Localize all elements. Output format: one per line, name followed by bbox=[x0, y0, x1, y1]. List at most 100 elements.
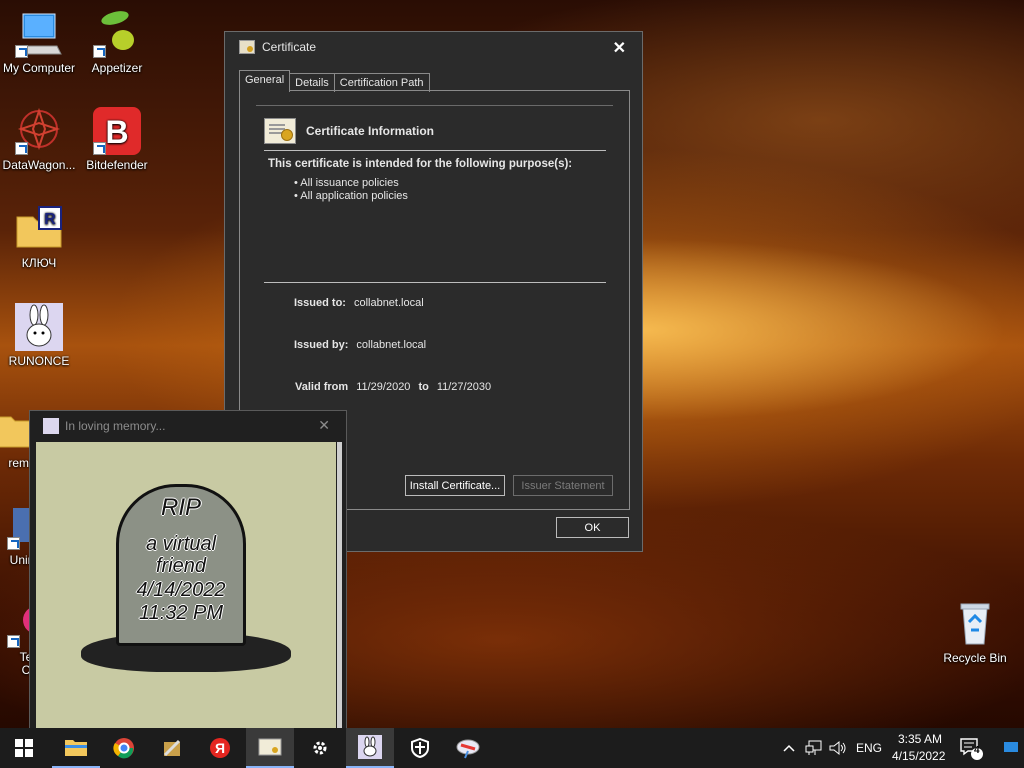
purpose-item: • All issuance policies bbox=[294, 177, 399, 189]
section-title: Certificate Information bbox=[306, 124, 435, 138]
certificate-icon bbox=[239, 40, 255, 54]
purpose-item: • All application policies bbox=[294, 190, 408, 202]
satellite-icon bbox=[456, 739, 480, 759]
certificate-info-box: Certificate Information This certificate… bbox=[256, 105, 613, 405]
tombstone-text: a virtual bbox=[145, 533, 217, 555]
scrollbar[interactable] bbox=[337, 442, 342, 730]
desktop-icon-kluch[interactable]: R КЛЮЧ bbox=[0, 205, 82, 270]
desktop-icon-label: КЛЮЧ bbox=[21, 256, 57, 270]
issued-by-value: collabnet.local bbox=[356, 339, 427, 351]
shield-icon bbox=[411, 738, 429, 758]
svg-text:R: R bbox=[44, 211, 56, 228]
tab-general[interactable]: General bbox=[239, 70, 291, 92]
ok-button[interactable]: OK bbox=[556, 517, 629, 538]
bunny-icon bbox=[15, 303, 63, 351]
divider bbox=[264, 282, 606, 283]
close-icon[interactable]: ✕ bbox=[318, 417, 330, 434]
windows-icon bbox=[15, 739, 33, 757]
certificate-icon bbox=[264, 118, 296, 144]
tab-bar: General Details Certification Path bbox=[239, 70, 430, 92]
taskbar-settings[interactable] bbox=[296, 728, 344, 768]
certificate-info-header: Certificate Information bbox=[264, 118, 434, 144]
taskbar-certificate[interactable] bbox=[246, 728, 294, 768]
purpose-list: • All issuance policies • All applicatio… bbox=[294, 177, 408, 203]
validity-row: Valid from 11/29/2020 to 11/27/2030 bbox=[295, 381, 491, 393]
svg-text:Я: Я bbox=[215, 740, 225, 756]
action-center-button[interactable]: 4 bbox=[952, 728, 990, 768]
svg-text:B: B bbox=[105, 114, 128, 150]
bunny-icon bbox=[358, 735, 382, 759]
valid-from-value: 11/29/2020 bbox=[356, 381, 411, 393]
yandex-icon: Я bbox=[210, 738, 230, 758]
desktop-icon-label: DataWagon... bbox=[2, 158, 76, 172]
desktop-icon bbox=[1004, 742, 1018, 752]
valid-to-label: to bbox=[418, 381, 429, 393]
divider bbox=[264, 150, 606, 151]
tray-volume[interactable] bbox=[826, 728, 850, 768]
clock-time[interactable]: 3:35 AM bbox=[898, 732, 942, 746]
datawagon-icon bbox=[15, 107, 63, 155]
tombstone-text: RIP bbox=[160, 494, 201, 521]
dialog-titlebar[interactable]: Certificate ✕ bbox=[225, 32, 642, 62]
desktop-icon-recycle-bin[interactable]: Recycle Bin bbox=[932, 600, 1018, 665]
memory-window: In loving memory... ✕ RIP a virtual frie… bbox=[29, 410, 347, 730]
taskbar-security[interactable] bbox=[396, 728, 444, 768]
valid-to-value: 11/27/2030 bbox=[436, 381, 492, 393]
start-button[interactable] bbox=[0, 728, 48, 768]
taskbar-runonce[interactable] bbox=[346, 728, 394, 768]
tools-icon bbox=[163, 739, 181, 757]
memory-canvas: RIP a virtual friend 4/14/2022 11:32 PM bbox=[36, 442, 336, 730]
chevron-up-icon bbox=[783, 744, 795, 752]
tombstone-text: 11:32 PM bbox=[138, 602, 224, 624]
close-icon[interactable]: ✕ bbox=[613, 38, 626, 58]
taskbar-yandex[interactable]: Я bbox=[196, 728, 244, 768]
desktop-icon-label: My Computer bbox=[2, 61, 76, 75]
taskbar-app[interactable] bbox=[148, 728, 196, 768]
desktop-icon-datawagon[interactable]: DataWagon... bbox=[0, 107, 82, 172]
desktop-icon-label: RUNONCE bbox=[8, 354, 70, 368]
notification-count: 4 bbox=[974, 745, 980, 756]
issued-to-row: Issued to: collabnet.local bbox=[294, 297, 424, 309]
issued-by-label: Issued by: bbox=[294, 339, 349, 351]
taskbar-file-explorer[interactable] bbox=[52, 728, 100, 768]
taskbar-chrome[interactable] bbox=[100, 728, 148, 768]
clock-date[interactable]: 4/15/2022 bbox=[892, 749, 945, 763]
issuer-statement-button[interactable]: Issuer Statement bbox=[513, 475, 613, 496]
issued-to-value: collabnet.local bbox=[353, 297, 424, 309]
language-indicator[interactable]: ENG bbox=[856, 741, 882, 755]
desktop-icon-bitdefender[interactable]: B Bitdefender bbox=[74, 107, 160, 172]
desktop-icon-label: Recycle Bin bbox=[943, 651, 1007, 665]
valid-from-label: Valid from bbox=[295, 381, 349, 393]
chrome-icon bbox=[113, 738, 134, 759]
desktop-icon-appetizer[interactable]: Appetizer bbox=[74, 10, 160, 75]
certificate-icon bbox=[258, 738, 282, 756]
install-certificate-button[interactable]: Install Certificate... bbox=[405, 475, 505, 496]
network-icon bbox=[805, 740, 822, 755]
memory-window-titlebar[interactable]: In loving memory... ✕ bbox=[30, 411, 346, 441]
tombstone-text: friend bbox=[155, 555, 207, 577]
show-desktop-button[interactable] bbox=[998, 728, 1024, 768]
bitdefender-icon: B bbox=[93, 107, 141, 155]
folder-icon bbox=[65, 740, 87, 756]
gear-icon bbox=[313, 741, 327, 755]
desktop-icon-label: Bitdefender bbox=[86, 158, 148, 172]
computer-icon bbox=[15, 10, 63, 58]
taskbar-app-2[interactable] bbox=[444, 728, 492, 768]
desktop-icon-runonce[interactable]: RUNONCE bbox=[0, 303, 82, 368]
issued-by-row: Issued by: collabnet.local bbox=[294, 339, 426, 351]
tray-network[interactable] bbox=[802, 728, 826, 768]
tray-overflow-button[interactable] bbox=[778, 728, 800, 768]
dialog-title: Certificate bbox=[262, 40, 317, 54]
speaker-icon bbox=[829, 740, 846, 756]
folder-icon: R bbox=[15, 205, 63, 253]
appetizer-icon bbox=[93, 10, 141, 58]
desktop-icon-my-computer[interactable]: My Computer bbox=[0, 10, 82, 75]
memory-window-title: In loving memory... bbox=[65, 419, 166, 433]
desktop-icon-label: Appetizer bbox=[91, 61, 143, 75]
purpose-text: This certificate is intended for the fol… bbox=[268, 158, 573, 170]
taskbar: Я ENG 3:35 AM 4/15/2022 4 bbox=[0, 728, 1024, 768]
tombstone-text: 4/14/2022 bbox=[136, 579, 226, 601]
recycle-bin-icon bbox=[951, 600, 999, 648]
issued-to-label: Issued to: bbox=[294, 297, 346, 309]
bunny-icon bbox=[43, 418, 59, 434]
